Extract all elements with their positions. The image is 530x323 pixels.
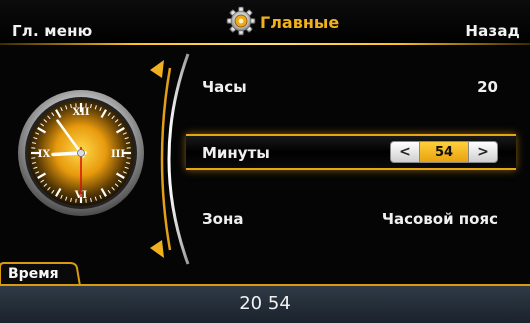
zone-value[interactable]: Часовой пояс — [382, 210, 498, 228]
app-screen: Гл. меню Главные Назад XII III IX Часы 2… — [0, 0, 530, 323]
status-bar: 20 54 — [0, 286, 530, 323]
tab-time[interactable]: Время — [8, 266, 59, 282]
page-title: Главные — [260, 12, 340, 32]
scroll-up-arrow-icon[interactable] — [150, 60, 164, 78]
hours-value[interactable]: 20 — [477, 78, 498, 96]
clock-numeral-3: III — [111, 149, 125, 160]
minutes-row-selected[interactable]: Минуты < 54 > — [186, 134, 516, 170]
header-title-group: Главные — [226, 6, 339, 36]
minutes-value: 54 — [420, 141, 468, 163]
minutes-label: Минуты — [202, 144, 270, 162]
zone-label[interactable]: Зона — [202, 210, 243, 228]
clock-numeral-9: IX — [38, 149, 51, 160]
minutes-decrement-button[interactable]: < — [390, 141, 420, 163]
header-bar: Гл. меню Главные Назад — [0, 0, 530, 44]
status-time: 20 54 — [239, 293, 291, 314]
main-menu-button[interactable]: Гл. меню — [12, 22, 92, 40]
minutes-stepper[interactable]: < 54 > — [390, 141, 506, 163]
settings-gear-icon — [226, 6, 256, 36]
back-button[interactable]: Назад — [465, 22, 520, 40]
scroll-down-arrow-icon[interactable] — [150, 240, 164, 258]
clock-numeral-12: XII — [72, 107, 89, 118]
clock-center-pin — [77, 149, 85, 157]
header-divider — [0, 43, 530, 45]
minutes-increment-button[interactable]: > — [468, 141, 498, 163]
hours-label[interactable]: Часы — [202, 78, 247, 96]
analog-clock: XII III VI IX — [18, 90, 144, 216]
